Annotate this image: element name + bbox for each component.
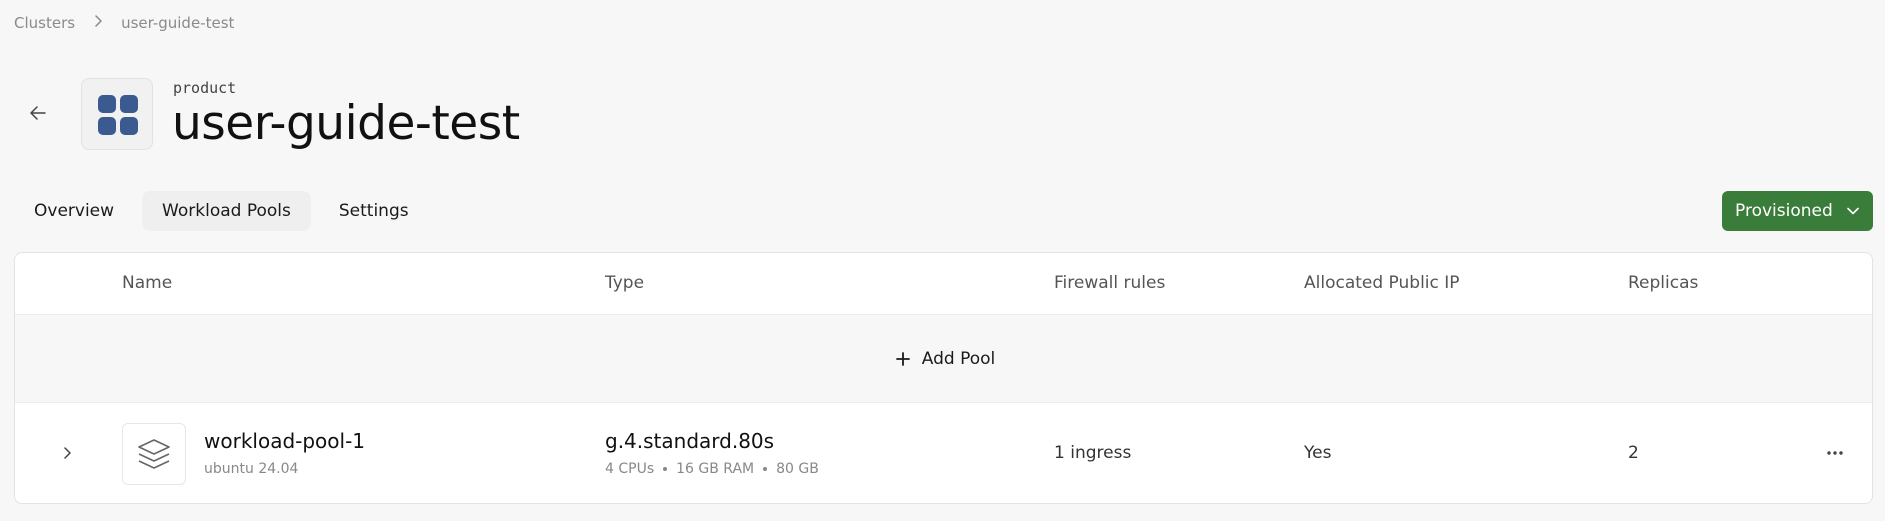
replicas: 2 (1628, 443, 1639, 463)
chevron-down-icon (1847, 207, 1859, 215)
status-dropdown-button[interactable]: Provisioned (1722, 191, 1873, 231)
grid-icon (81, 78, 153, 150)
spec-disk: 80 GB (776, 461, 819, 477)
column-header-public-ip: Allocated Public IP (1304, 273, 1460, 293)
arrow-left-icon (30, 106, 46, 120)
tab-overview[interactable]: Overview (14, 191, 134, 231)
table-header: Name Type Firewall rules Allocated Publi… (15, 253, 1872, 315)
row-actions-button[interactable] (1823, 441, 1847, 465)
chevron-right-icon (64, 447, 71, 459)
public-ip: Yes (1304, 443, 1332, 463)
table-row[interactable]: workload-pool-1 ubuntu 24.04 g.4.standar… (15, 403, 1872, 503)
breadcrumb: Clusters user-guide-test (14, 14, 234, 32)
separator-dot (763, 467, 768, 471)
pool-specs: 4 CPUs 16 GB RAM 80 GB (605, 461, 819, 477)
breadcrumb-current[interactable]: user-guide-test (121, 14, 234, 32)
breadcrumb-clusters[interactable]: Clusters (14, 14, 75, 32)
workload-pools-table: Name Type Firewall rules Allocated Publi… (14, 252, 1873, 504)
breadcrumb-chevron-icon (93, 15, 103, 31)
plus-icon (895, 351, 910, 366)
add-pool-button[interactable]: Add Pool (895, 348, 996, 369)
pool-type: g.4.standard.80s (605, 429, 775, 453)
pool-os: ubuntu 24.04 (204, 461, 299, 477)
header-subtitle: product (173, 79, 237, 97)
pool-avatar (122, 423, 186, 485)
page: Clusters user-guide-test product user-gu… (0, 0, 1885, 521)
layers-icon (138, 439, 170, 469)
firewall-rules: 1 ingress (1054, 443, 1132, 463)
pool-name[interactable]: workload-pool-1 (204, 429, 365, 453)
separator-dot (663, 467, 668, 471)
status-label: Provisioned (1735, 201, 1833, 221)
more-horizontal-icon (1827, 451, 1843, 455)
column-header-firewall: Firewall rules (1054, 273, 1166, 293)
add-pool-row: Add Pool (15, 315, 1872, 403)
tab-settings[interactable]: Settings (319, 191, 429, 231)
spec-cpus: 4 CPUs (605, 461, 655, 477)
column-header-type: Type (605, 273, 645, 293)
page-title: user-guide-test (172, 96, 520, 151)
column-header-name: Name (122, 273, 173, 293)
column-header-replicas: Replicas (1628, 273, 1699, 293)
expand-row-button[interactable] (55, 441, 79, 465)
tab-workload-pools[interactable]: Workload Pools (142, 191, 311, 231)
back-button[interactable] (26, 101, 50, 125)
spec-ram: 16 GB RAM (676, 461, 755, 477)
tab-bar: Overview Workload Pools Settings (14, 191, 429, 231)
add-pool-label: Add Pool (921, 348, 996, 369)
